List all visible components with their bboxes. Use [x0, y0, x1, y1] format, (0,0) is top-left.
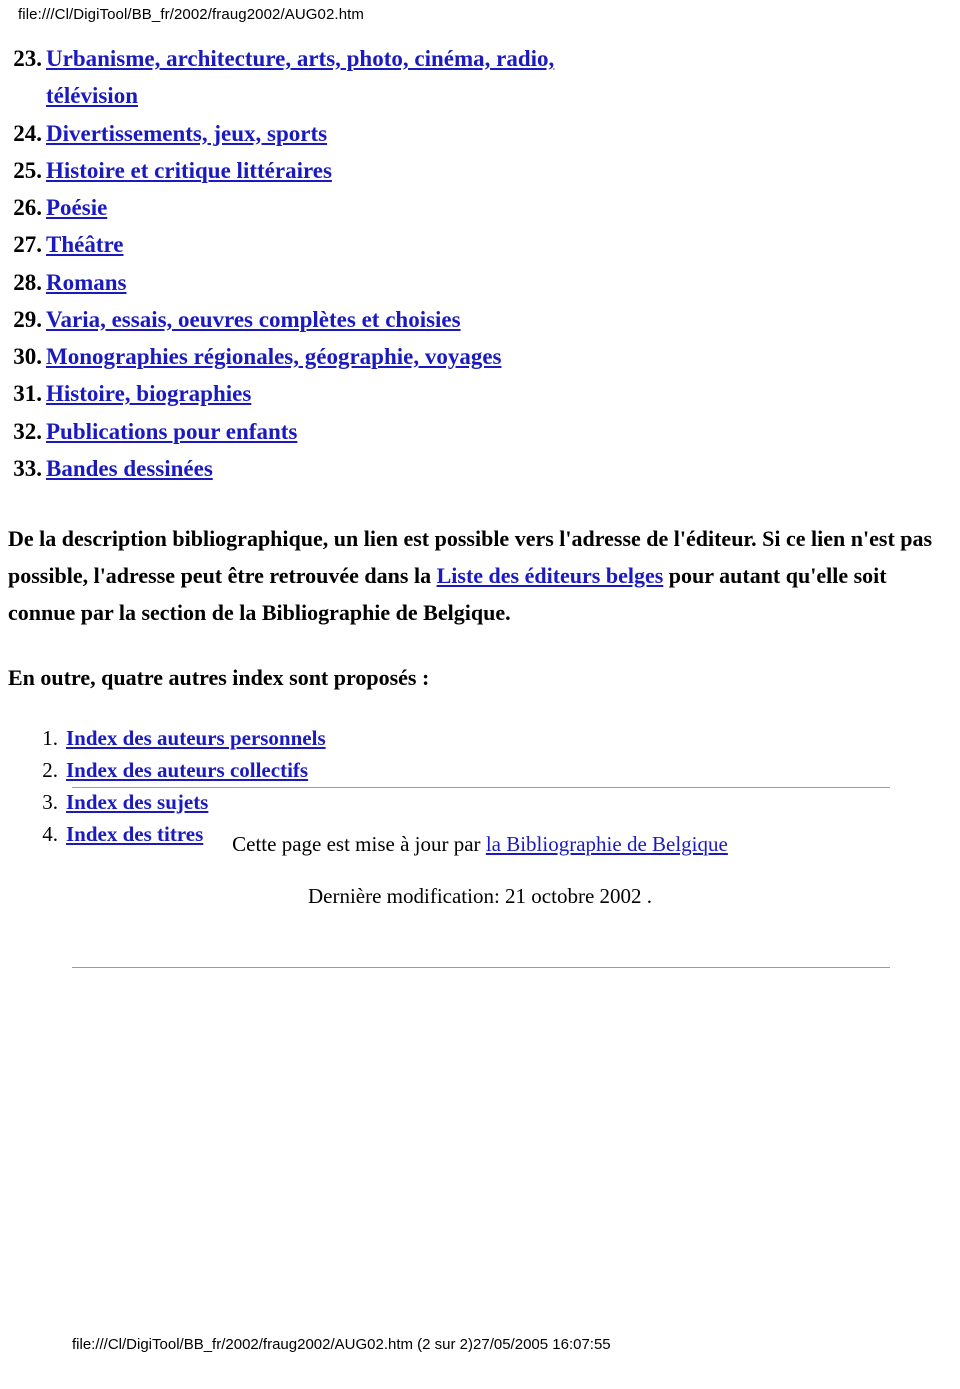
list-item: 29. Varia, essais, oeuvres complètes et … [0, 301, 960, 338]
index-number: 1. [42, 725, 58, 750]
footer-file-url: file:///Cl/DigiTool/BB_fr/2002/fraug2002… [72, 1336, 611, 1353]
index-intro-paragraph: En outre, quatre autres index sont propo… [8, 664, 430, 690]
horizontal-rule-bottom [72, 967, 890, 968]
list-item: 2. Index des auteurs collectifs [0, 755, 960, 787]
index-link-auteurs-personnels[interactable]: Index des auteurs personnels [66, 723, 326, 755]
link-liste-editeurs-belges[interactable]: Liste des éditeurs belges [437, 563, 664, 588]
toc-number: 30. [13, 344, 42, 369]
list-item: 24. Divertissements, jeux, sports [0, 115, 960, 152]
list-item: 28. Romans [0, 264, 960, 301]
list-item: 30. Monographies régionales, géographie,… [0, 338, 960, 375]
toc-number: 28. [13, 269, 42, 295]
editor-address-paragraph: De la description bibliographique, un li… [0, 521, 960, 632]
link-bibliographie-de-belgique[interactable]: la Bibliographie de Belgique [486, 832, 728, 856]
header-file-url: file:///Cl/DigiTool/BB_fr/2002/fraug2002… [18, 6, 365, 23]
document-page: file:///Cl/DigiTool/BB_fr/2002/fraug2002… [0, 0, 960, 1389]
index-link-sujets[interactable]: Index des sujets [66, 787, 208, 819]
toc-number: 31. [13, 381, 42, 407]
toc-number: 27. [13, 232, 42, 258]
horizontal-rule-top [72, 787, 890, 788]
index-number: 3. [42, 789, 58, 814]
list-item: 33. Bandes dessinées [0, 450, 960, 487]
list-item: 25. Histoire et critique littéraires [0, 152, 960, 189]
list-item: 26. Poésie [0, 189, 960, 226]
toc-number: 24. [13, 120, 42, 146]
list-item: 23. Urbanisme, architecture, arts, photo… [0, 40, 960, 115]
toc-link-poesie[interactable]: Poésie [46, 189, 107, 226]
toc-link-publications-enfants[interactable]: Publications pour enfants [46, 413, 297, 450]
toc-number: 26. [13, 195, 42, 220]
toc-number: 23. [13, 46, 42, 71]
toc-number: 32. [13, 418, 42, 444]
toc-link-monographies[interactable]: Monographies régionales, géographie, voy… [46, 338, 502, 375]
toc-link-bandes-dessinees[interactable]: Bandes dessinées [46, 450, 213, 487]
maintained-by-line: Cette page est mise à jour par la Biblio… [0, 828, 960, 862]
toc-link-divertissements[interactable]: Divertissements, jeux, sports [46, 115, 327, 152]
toc-link-urbanisme[interactable]: Urbanisme, architecture, arts, photo, ci… [46, 40, 646, 115]
document-content: 23. Urbanisme, architecture, arts, photo… [0, 40, 960, 850]
toc-number: 29. [13, 306, 42, 332]
list-item: 1. Index des auteurs personnels [0, 723, 960, 755]
page-footer: Cette page est mise à jour par la Biblio… [0, 828, 960, 909]
toc-number: 25. [13, 157, 42, 183]
toc-link-histoire-critique[interactable]: Histoire et critique littéraires [46, 152, 332, 189]
maintained-by-prefix: Cette page est mise à jour par [232, 832, 486, 856]
toc-link-varia[interactable]: Varia, essais, oeuvres complètes et choi… [46, 301, 461, 338]
toc-link-histoire-biographies[interactable]: Histoire, biographies [46, 375, 251, 412]
list-item: 32. Publications pour enfants [0, 413, 960, 450]
list-item: 3. Index des sujets [0, 787, 960, 819]
index-link-auteurs-collectifs[interactable]: Index des auteurs collectifs [66, 755, 308, 787]
toc-link-theatre[interactable]: Théâtre [46, 226, 124, 263]
table-of-contents: 23. Urbanisme, architecture, arts, photo… [0, 40, 960, 487]
index-number: 2. [42, 757, 58, 782]
toc-number: 33. [13, 455, 42, 481]
list-item: 27. Théâtre [0, 226, 960, 263]
list-item: 31. Histoire, biographies [0, 375, 960, 412]
last-modified-line: Dernière modification: 21 octobre 2002 . [307, 883, 653, 908]
toc-link-romans[interactable]: Romans [46, 264, 127, 301]
